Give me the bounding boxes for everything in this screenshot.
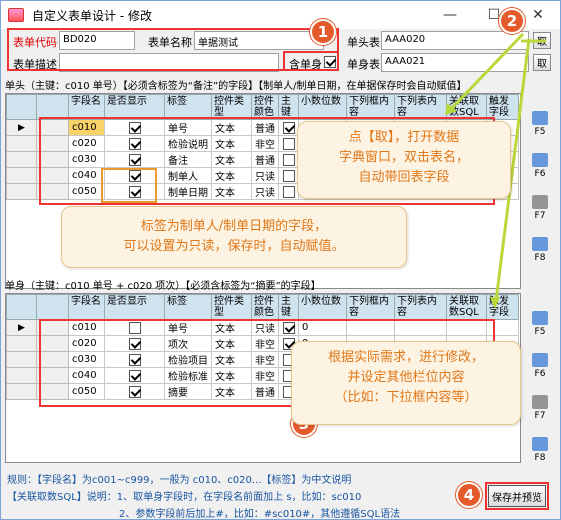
callout-readonly-line2: 可以设置为只读，保存时，自动赋值。 [123, 239, 345, 254]
callout-readonly-line1: 标签为制单人/制单日期的字段， [140, 219, 328, 234]
step-badge-2: 2 [499, 8, 525, 34]
callout-modify-line3: （比如：下拉框内容等） [334, 390, 478, 405]
callout-get-line2: 字典窗口，双击表名， [338, 150, 469, 165]
step-badge-4: 4 [456, 482, 482, 508]
arrow-to-head-grid [449, 32, 525, 111]
step-badge-1: 1 [310, 19, 336, 45]
callout-modify-line2: 并设定其他栏位内容 [347, 370, 465, 385]
callout-modify-line1: 根据实际需求，进行修改， [327, 350, 484, 365]
callout-get-line1: 点【取】，打开数据 [348, 130, 460, 145]
callout-get-tip: 点【取】，打开数据 字典窗口，双击表名， 自动带回表字段 [297, 121, 511, 199]
callout-readonly-tip: 标签为制单人/制单日期的字段， 可以设置为只读，保存时，自动赋值。 [61, 206, 407, 268]
app-window: 自定义表单设计 - 修改 — ☐ ✕ 表单代码 BD020 表单名称 单据测试 … [0, 0, 561, 520]
callout-get-line3: 自动带回表字段 [358, 170, 450, 185]
arrow-head-bottom [490, 297, 500, 309]
callout-modify-tip: 根据实际需求，进行修改， 并设定其他栏位内容 （比如：下拉框内容等） [291, 341, 521, 425]
